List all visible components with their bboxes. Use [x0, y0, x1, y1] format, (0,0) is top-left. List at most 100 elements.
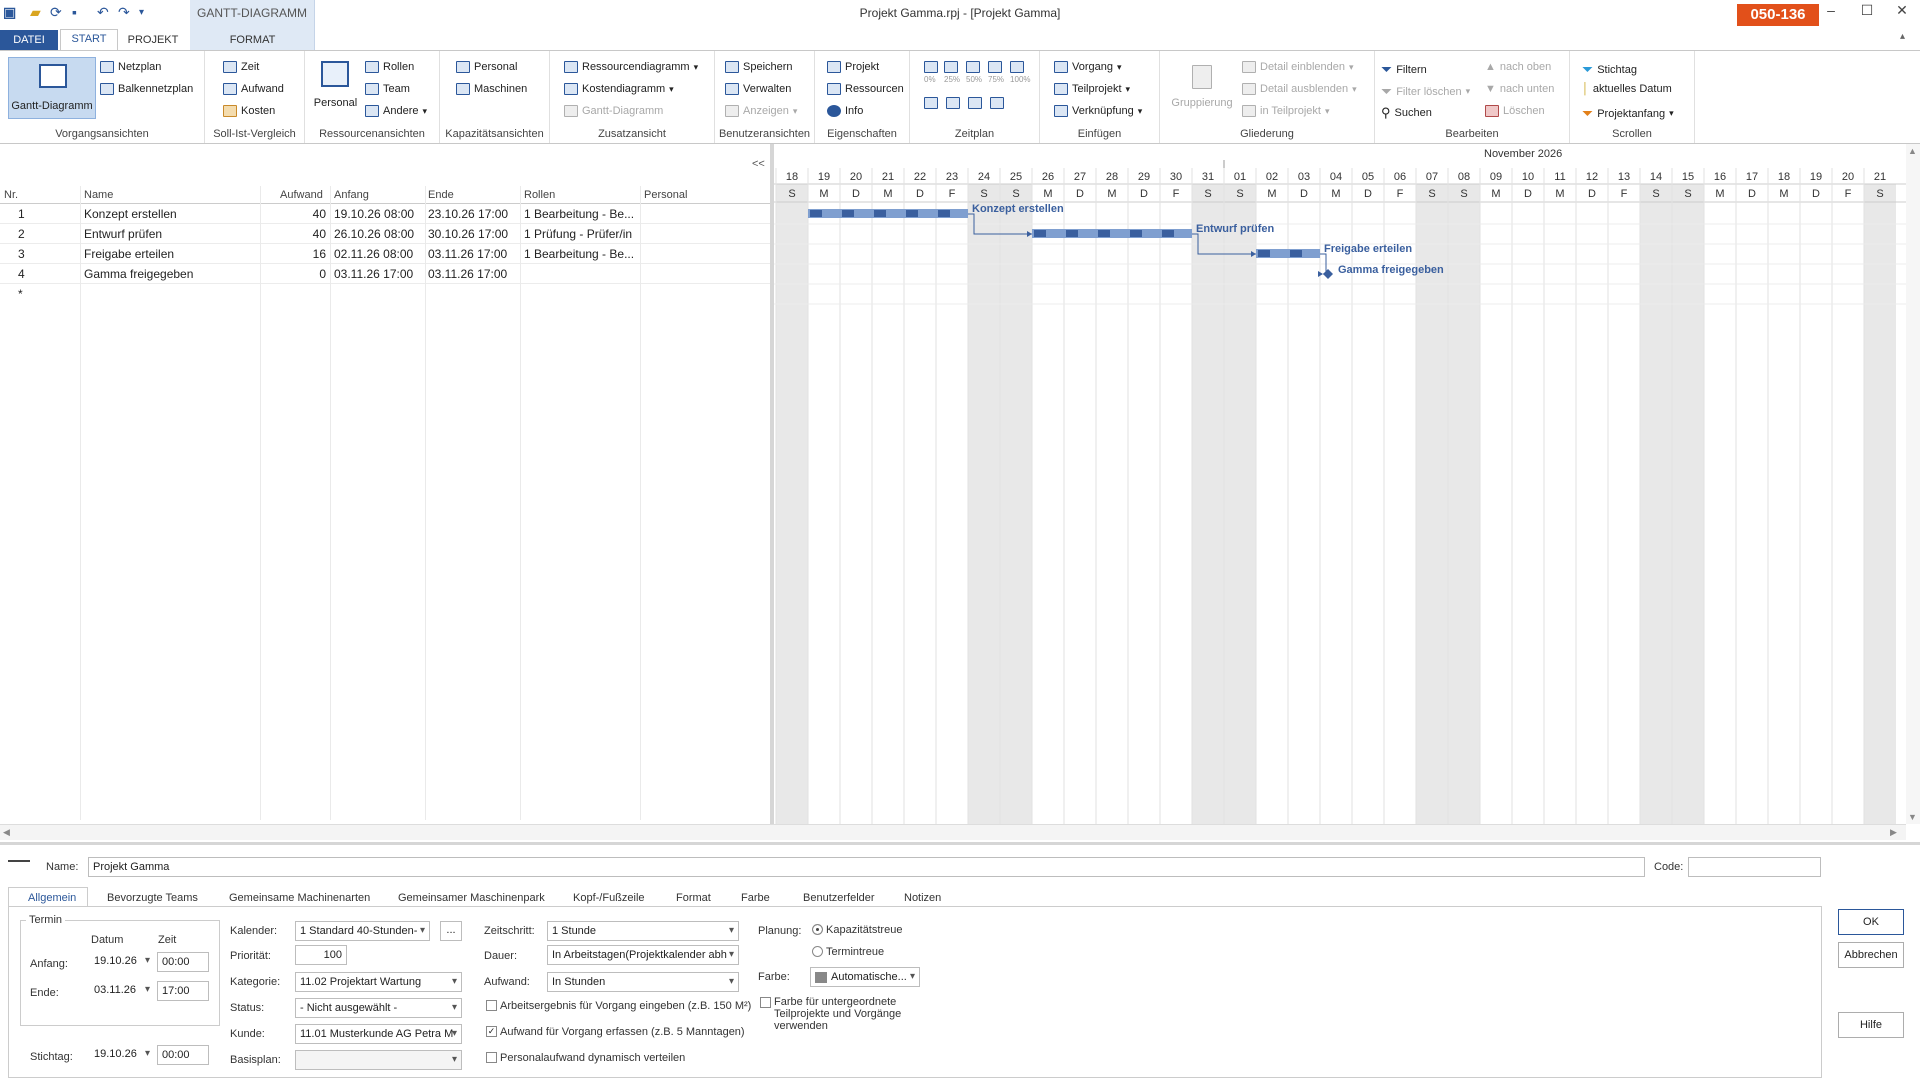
- rollen-button[interactable]: Rollen: [365, 61, 414, 73]
- anfang-date-picker[interactable]: 19.10.26: [90, 952, 154, 972]
- projekt-properties-button[interactable]: Projekt: [827, 61, 879, 73]
- netzplan-button[interactable]: Netzplan: [100, 61, 161, 73]
- aufwand-erfassen-checkbox[interactable]: ✓: [486, 1026, 497, 1037]
- cell-aufwand[interactable]: 40: [278, 227, 326, 241]
- cell-ende[interactable]: 03.11.26 17:00: [428, 247, 507, 261]
- tab-format[interactable]: FORMAT: [220, 31, 285, 50]
- nach-unten-button[interactable]: ▼ nach unten: [1485, 83, 1554, 95]
- ende-date-picker[interactable]: 03.11.26: [90, 981, 154, 1001]
- collapse-table-button[interactable]: <<: [752, 158, 765, 170]
- tab-start[interactable]: START: [60, 29, 118, 51]
- code-input[interactable]: [1688, 857, 1821, 877]
- cell-rollen[interactable]: 1 Bearbeitung - Be...: [524, 247, 638, 261]
- stichtag-date-picker[interactable]: 19.10.26: [90, 1045, 154, 1065]
- scroll-right-icon[interactable]: ▶: [1890, 827, 1897, 838]
- zeit-button[interactable]: Zeit: [223, 61, 259, 73]
- cell-aufwand[interactable]: 0: [278, 267, 326, 281]
- close-icon[interactable]: ✕: [1887, 2, 1917, 19]
- balkennetzplan-button[interactable]: Balkennetzplan: [100, 83, 193, 95]
- cell-name[interactable]: Konzept erstellen: [84, 207, 177, 221]
- hilfe-button[interactable]: Hilfe: [1838, 1012, 1904, 1038]
- detail-einblenden-button[interactable]: Detail einblenden ▾: [1242, 61, 1354, 73]
- prioritaet-input[interactable]: 100: [295, 945, 347, 965]
- cell-name[interactable]: Entwurf prüfen: [84, 227, 162, 241]
- progress-0-button[interactable]: 0%: [924, 61, 938, 84]
- tab-bevorzugte-teams[interactable]: Bevorzugte Teams: [107, 892, 198, 904]
- dauer-select[interactable]: In Arbeitstagen(Projektkalender abh: [547, 945, 739, 965]
- link-tasks-icon[interactable]: [924, 97, 938, 109]
- kalender-select[interactable]: 1 Standard 40-Stunden-: [295, 921, 430, 941]
- cell-ende[interactable]: 30.10.26 17:00: [428, 227, 508, 241]
- col-ende[interactable]: Ende: [428, 189, 454, 201]
- move-task-icon[interactable]: [990, 97, 1004, 109]
- kalender-more-button[interactable]: ...: [440, 921, 462, 941]
- farbe-select[interactable]: Automatische...: [810, 967, 920, 987]
- col-name[interactable]: Name: [84, 189, 113, 201]
- col-nr[interactable]: Nr.: [4, 189, 18, 201]
- horizontal-scrollbar[interactable]: ◀ ▶: [0, 824, 1906, 840]
- scroll-up-icon[interactable]: ▲: [1908, 146, 1917, 156]
- cell-ende[interactable]: 03.11.26 17:00: [428, 267, 507, 281]
- filtern-button[interactable]: ⏷ Filtern: [1381, 61, 1427, 78]
- panel-toggle-icon[interactable]: [8, 860, 30, 870]
- andere-button[interactable]: Andere ▾: [365, 105, 427, 117]
- aufwand-select[interactable]: In Stunden: [547, 972, 739, 992]
- col-personal[interactable]: Personal: [644, 189, 687, 201]
- tab-farbe[interactable]: Farbe: [741, 892, 770, 904]
- tab-datei[interactable]: DATEI: [0, 30, 58, 50]
- minimize-icon[interactable]: –: [1816, 2, 1846, 18]
- loeschen-button[interactable]: Löschen: [1485, 105, 1545, 117]
- table-row[interactable]: 1 Konzept erstellen 40 19.10.26 08:00 23…: [0, 204, 772, 224]
- anzeigen-button[interactable]: Anzeigen ▾: [725, 105, 797, 117]
- cell-aufwand[interactable]: 40: [278, 207, 326, 221]
- tab-benutzerfelder[interactable]: Benutzerfelder: [803, 892, 875, 904]
- nach-oben-button[interactable]: ▲ nach oben: [1485, 61, 1551, 73]
- scroll-left-icon[interactable]: ◀: [3, 827, 10, 838]
- cell-ende[interactable]: 23.10.26 17:00: [428, 207, 508, 221]
- maximize-icon[interactable]: ☐: [1852, 2, 1882, 19]
- tab-kopf-fusszeile[interactable]: Kopf-/Fußzeile: [573, 892, 645, 904]
- info-button[interactable]: Info: [827, 105, 863, 117]
- progress-25-button[interactable]: 25%: [944, 61, 960, 84]
- cell-name[interactable]: Freigabe erteilen: [84, 247, 174, 261]
- split-task-icon[interactable]: [968, 97, 982, 109]
- col-anfang[interactable]: Anfang: [334, 189, 369, 201]
- tab-projekt[interactable]: PROJEKT: [122, 31, 184, 50]
- abbrechen-button[interactable]: Abbrechen: [1838, 942, 1904, 968]
- teilprojekt-button[interactable]: Teilprojekt ▾: [1054, 83, 1130, 95]
- detail-ausblenden-button[interactable]: Detail ausblenden ▾: [1242, 83, 1357, 95]
- scroll-down-icon[interactable]: ▼: [1908, 812, 1917, 822]
- tab-allgemein[interactable]: Allgemein: [28, 892, 76, 904]
- personal-view-button[interactable]: Personal: [313, 59, 358, 119]
- tab-format[interactable]: Format: [676, 892, 711, 904]
- team-button[interactable]: Team: [365, 83, 410, 95]
- cell-anfang[interactable]: 19.10.26 08:00: [334, 207, 414, 221]
- vorgang-button[interactable]: Vorgang ▾: [1054, 61, 1122, 73]
- ressourcen-button[interactable]: Ressourcen: [827, 83, 904, 95]
- termintreue-radio[interactable]: [812, 946, 823, 957]
- cell-name[interactable]: Gamma freigegeben: [84, 267, 193, 281]
- stichtag-button[interactable]: ⏷ Stichtag: [1582, 61, 1637, 78]
- kapazitaetstreue-radio[interactable]: [812, 924, 823, 935]
- gantt-diagram-button[interactable]: Gantt-Diagramm: [8, 57, 96, 119]
- arbeitsergebnis-checkbox[interactable]: [486, 1000, 497, 1011]
- kategorie-select[interactable]: 11.02 Projektart Wartung: [295, 972, 462, 992]
- anfang-time-input[interactable]: 00:00: [157, 952, 209, 972]
- tab-maschinenpark[interactable]: Gemeinsamer Maschinenpark: [398, 892, 545, 904]
- progress-50-button[interactable]: 50%: [966, 61, 982, 84]
- kostendiagramm-button[interactable]: Kostendiagramm ▾: [564, 83, 674, 95]
- aufwand-button[interactable]: Aufwand: [223, 83, 284, 95]
- ok-button[interactable]: OK: [1838, 909, 1904, 935]
- suchen-button[interactable]: ⚲ Suchen: [1381, 105, 1432, 121]
- col-aufwand[interactable]: Aufwand: [280, 189, 323, 201]
- ende-time-input[interactable]: 17:00: [157, 981, 209, 1001]
- cell-rollen[interactable]: 1 Prüfung - Prüfer/in: [524, 227, 638, 241]
- kap-personal-button[interactable]: Personal: [456, 61, 517, 73]
- name-input[interactable]: Projekt Gamma: [88, 857, 1645, 877]
- ressourcendiagramm-button[interactable]: Ressourcendiagramm ▾: [564, 61, 698, 73]
- zusatz-gantt-button[interactable]: Gantt-Diagramm: [564, 105, 663, 117]
- aktuelles-datum-button[interactable]: │ aktuelles Datum: [1582, 83, 1672, 95]
- unlink-tasks-icon[interactable]: [946, 97, 960, 109]
- cell-anfang[interactable]: 26.10.26 08:00: [334, 227, 414, 241]
- zeitschritt-select[interactable]: 1 Stunde: [547, 921, 739, 941]
